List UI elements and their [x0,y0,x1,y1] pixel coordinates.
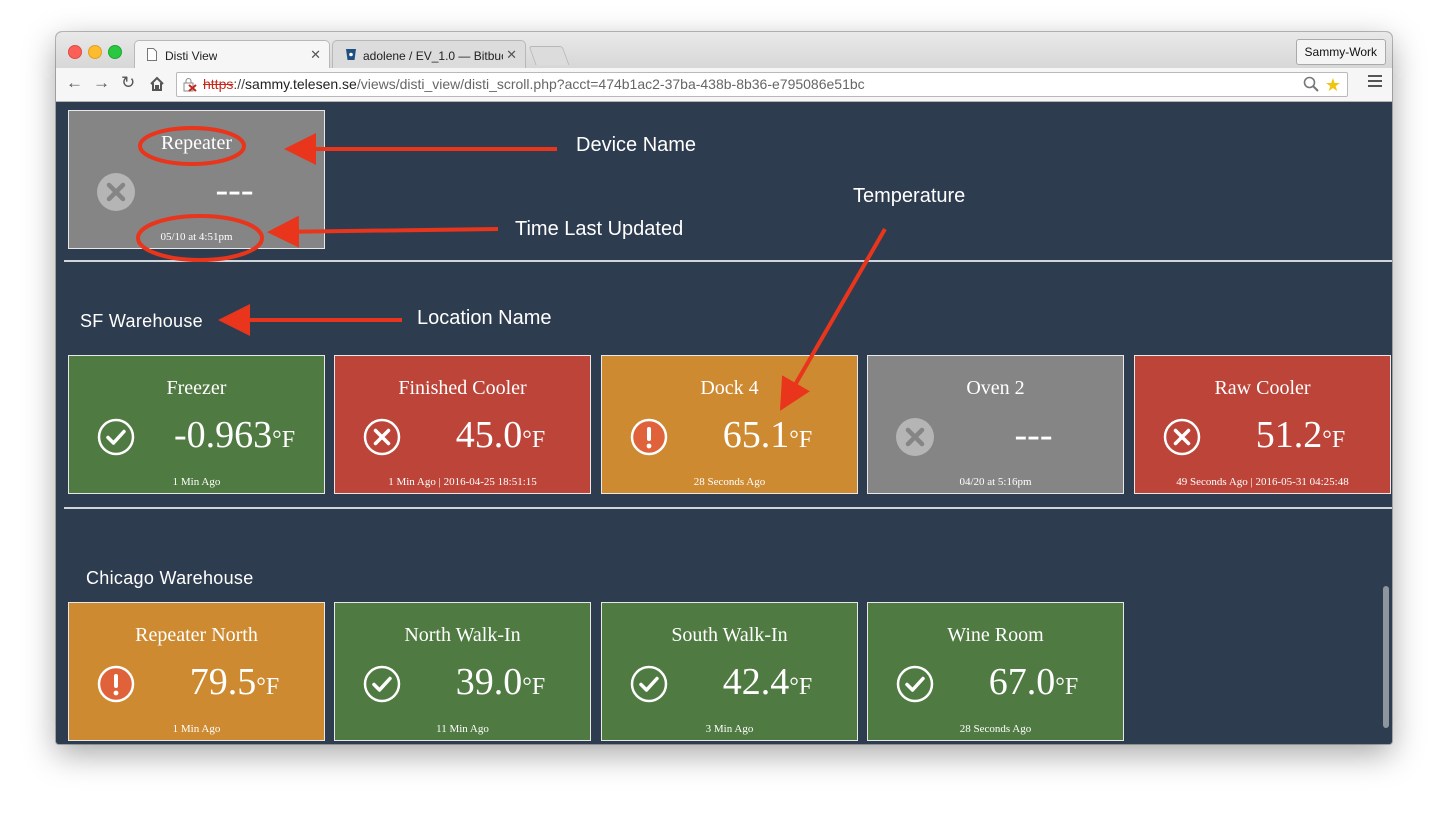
device-name: South Walk-In [671,624,788,646]
device-name: Freezer [166,377,227,399]
tab-disti-view[interactable]: Disti View ✕ [134,40,330,68]
device-updated: 1 Min Ago [172,476,221,488]
maximize-window-button[interactable] [108,45,122,59]
forward-icon[interactable]: → [93,73,110,93]
ok-status-icon [363,665,401,703]
toolbar: ← → ↻ https://sammy.telesen.se/views/dis… [56,68,1392,102]
device-card[interactable]: Finished Cooler 45.0°F 1 Min Ago | 2016-0… [334,355,591,494]
device-updated: 3 Min Ago [705,723,754,735]
tab-bitbucket[interactable]: adolene / EV_1.0 — Bitbuck ✕ [332,40,526,68]
device-name: Repeater North [135,624,258,646]
device-reading: -0.963°F [173,414,296,456]
annotation-temperature: Temperature [853,185,966,207]
device-updated: 1 Min Ago [172,723,221,735]
offline-status-icon [896,418,934,456]
tab-title: adolene / EV_1.0 — Bitbuck [363,49,503,63]
device-updated: 11 Min Ago [436,723,489,735]
device-card[interactable]: Oven 2 --- 04/20 at 5:16pm [867,355,1124,494]
device-reading: --- [1014,414,1053,456]
device-card[interactable]: Raw Cooler 51.2°F 49 Seconds Ago | 2016-0… [1134,355,1391,494]
dashboard: Repeater --- 05/10 at 4:51pm SF Warehous… [56,102,1392,744]
back-icon[interactable]: ← [66,73,83,93]
device-name: Dock 4 [700,377,759,399]
device-reading: 51.2°F [1255,414,1346,456]
address-bar[interactable]: https://sammy.telesen.se/views/disti_vie… [176,72,1348,97]
device-name: Oven 2 [966,377,1025,399]
device-card[interactable]: Dock 4 65.1°F 28 Seconds Ago [601,355,858,494]
alarm-status-icon [363,418,401,456]
device-name: Repeater [160,132,233,154]
zoom-icon[interactable] [1303,76,1319,92]
close-tab-icon[interactable]: ✕ [310,47,321,63]
device-name: North Walk-In [404,624,521,646]
profile-button[interactable]: Sammy-Work [1295,39,1386,65]
tab-bar: Disti View ✕ adolene / EV_1.0 — Bitbuck … [56,32,1392,68]
device-updated: 49 Seconds Ago | 2016-05-31 04:25:48 [1176,476,1349,488]
device-reading: --- [215,169,254,211]
url-host: sammy.telesen.se [245,76,357,92]
location-name-chicago: Chicago Warehouse [86,568,254,588]
device-card[interactable]: Repeater North 79.5°F 1 Min Ago [68,602,325,741]
section-divider [64,507,1392,509]
page-icon [147,48,157,61]
device-updated: 28 Seconds Ago [693,476,766,488]
url-text: https://sammy.telesen.se/views/disti_vie… [203,73,865,96]
device-reading: 67.0°F [988,661,1079,703]
warning-status-icon [97,665,135,703]
tab-title: Disti View [165,49,218,63]
section-divider [64,260,1392,262]
location-name-sf: SF Warehouse [80,311,203,331]
ok-status-icon [630,665,668,703]
annotation-location-name: Location Name [417,307,552,329]
annotation-time-last-updated: Time Last Updated [515,218,684,240]
url-separator: :// [233,76,246,92]
device-card-repeater[interactable]: Repeater --- 05/10 at 4:51pm [68,110,325,249]
url-path: /views/disti_view/disti_scroll.php?acct=… [356,76,865,92]
device-card[interactable]: South Walk-In 42.4°F 3 Min Ago [601,602,858,741]
warning-status-icon [630,418,668,456]
device-updated: 28 Seconds Ago [959,723,1032,735]
url-scheme: https [203,76,234,92]
device-updated: 05/10 at 4:51pm [160,231,233,243]
device-name: Finished Cooler [398,377,527,399]
device-name: Raw Cooler [1214,377,1311,399]
ok-status-icon [97,418,135,456]
device-card[interactable]: Wine Room 67.0°F 28 Seconds Ago [867,602,1124,741]
device-reading: 79.5°F [189,661,280,703]
close-window-button[interactable] [68,45,82,59]
device-card[interactable]: North Walk-In 39.0°F 11 Min Ago [334,602,591,741]
device-reading: 45.0°F [455,414,546,456]
reload-icon[interactable]: ↻ [121,73,135,93]
device-reading: 65.1°F [722,414,813,456]
device-updated: 04/20 at 5:16pm [959,476,1032,488]
annotation-device-name: Device Name [576,134,697,156]
new-tab-button[interactable] [528,46,570,65]
alarm-status-icon [1163,418,1201,456]
bookmark-star-icon[interactable]: ★ [1325,74,1341,97]
device-reading: 42.4°F [722,661,813,703]
device-updated: 1 Min Ago | 2016-04-25 18:51:15 [388,476,537,488]
insecure-lock-icon [183,78,197,92]
device-name: Wine Room [947,624,1044,646]
device-reading: 39.0°F [455,661,546,703]
minimize-window-button[interactable] [88,45,102,59]
bitbucket-icon [346,49,356,60]
offline-status-icon [97,173,135,211]
menu-icon[interactable] [1368,75,1382,90]
device-card[interactable]: Freezer -0.963°F 1 Min Ago [68,355,325,494]
ok-status-icon [896,665,934,703]
home-icon[interactable] [149,76,165,92]
scrollbar[interactable] [1383,586,1389,728]
close-tab-icon[interactable]: ✕ [506,47,517,63]
browser-window: Disti View ✕ adolene / EV_1.0 — Bitbuck … [56,32,1392,744]
